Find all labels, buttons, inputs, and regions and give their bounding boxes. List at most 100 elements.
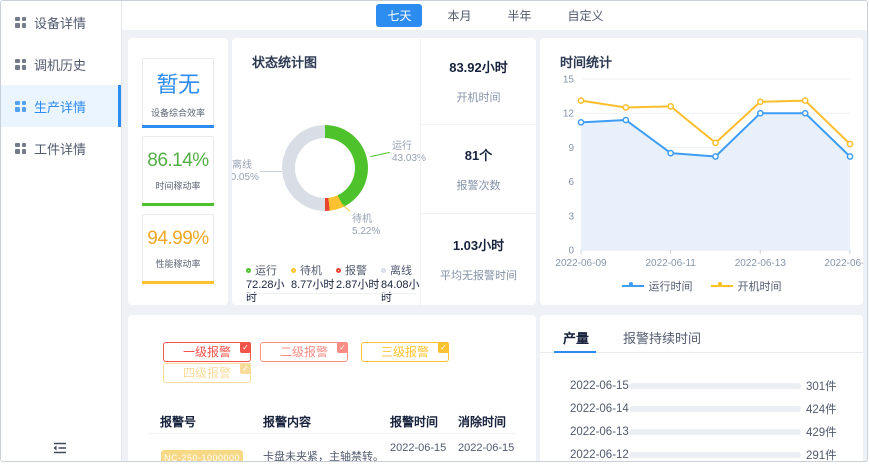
sidebar-item-label: 调机历史 (34, 55, 86, 74)
production-row: 2022-06-13 429件 (540, 424, 863, 440)
sidebar-item-label: 生产详情 (34, 97, 86, 116)
range-button-halfyear[interactable]: 半年 (497, 4, 543, 27)
kpi-accent-bar (142, 125, 214, 128)
donut-callout-line-offline (260, 171, 282, 172)
legend-marker (622, 285, 644, 287)
sidebar-menu: 设备详情 调机历史 生产详情 工件详情 (1, 1, 121, 169)
production-bar-track (629, 383, 801, 389)
grid-icon (15, 17, 26, 28)
production-bar-track (629, 452, 801, 458)
alarm-hours: 2.87小时 (336, 279, 381, 305)
production-bar-track (629, 429, 801, 435)
grid-icon (15, 101, 26, 112)
donut-label-standby: 待机 5.22% (352, 214, 380, 238)
kpi-card: 暂无 设备综合效率 86.14% 时间稼动率 94.99% 性能稼动率 (128, 38, 228, 305)
legend-item-running[interactable]: 运行 (246, 262, 291, 278)
alarm-clear-time-cell: 2022-06-15 (458, 442, 516, 455)
svg-text:2022-06-15: 2022-06-15 (824, 258, 863, 269)
alarm-time-cell: 2022-06-15 (390, 442, 448, 455)
check-badge-icon (240, 342, 251, 353)
range-button-7days[interactable]: 七天 (376, 4, 422, 27)
tab-alarm-duration[interactable]: 报警持续时间 (623, 328, 701, 347)
sidebar-item-production-detail[interactable]: 生产详情 (1, 85, 121, 127)
kpi-performance-utilization: 94.99% 性能稼动率 (142, 214, 214, 284)
tab-production[interactable]: 产量 (563, 328, 589, 347)
alarm-level4-filter-button[interactable]: 四级报警 (163, 363, 251, 383)
active-tab-underline (554, 351, 596, 353)
production-bar-track (629, 406, 801, 412)
production-row: 2022-06-15 301件 (540, 378, 863, 394)
legend-ring-standby (291, 268, 296, 273)
production-tabbar: 产量 报警持续时间 (540, 315, 863, 353)
donut-callout-line-running (370, 152, 390, 157)
legend-item-standby[interactable]: 待机 (291, 262, 336, 278)
legend-ring-alarm (336, 268, 341, 273)
production-row: 2022-06-14 424件 (540, 401, 863, 417)
svg-text:0: 0 (568, 246, 574, 257)
menu-fold-icon[interactable] (51, 440, 71, 458)
sidebar-item-device-detail[interactable]: 设备详情 (1, 1, 121, 43)
legend-item-running-time[interactable]: 运行时间 (622, 278, 693, 294)
divider (148, 433, 516, 434)
grid-icon (15, 143, 26, 154)
legend-ring-running (246, 268, 251, 273)
status-legend-values: 72.28小时 8.77小时 2.87小时 84.08小时 (246, 279, 426, 305)
kpi-accent-bar (142, 203, 214, 206)
svg-text:3: 3 (568, 211, 574, 222)
check-badge-icon (240, 363, 251, 374)
range-button-month[interactable]: 本月 (436, 4, 482, 27)
time-statistics-card: 时间统计 036912152022-06-092022-06-112022-06… (540, 38, 863, 305)
dashboard-screen: 七天 本月 半年 自定义 设备详情 调机历史 生产详情 工件详情 (0, 0, 868, 462)
svg-text:15: 15 (563, 75, 575, 86)
legend-item-alarm[interactable]: 报警 (336, 262, 381, 278)
production-panel-card: 产量 报警持续时间 2022-06-15 301件 2022-06-14 424… (540, 315, 863, 462)
svg-text:12: 12 (563, 109, 575, 120)
stat-alarm-count: 81个 报警次数 (421, 124, 536, 213)
standby-hours: 8.77小时 (291, 279, 336, 305)
alarm-panel-card: 一级报警 二级报警 三级报警 四级报警 报警号 报警内容 报警时间 消除时间 N… (128, 315, 536, 462)
alarm-level2-filter-button[interactable]: 二级报警 (260, 342, 348, 362)
kpi-accent-bar (142, 281, 214, 284)
sidebar-item-workpiece-detail[interactable]: 工件详情 (1, 127, 121, 169)
svg-text:9: 9 (568, 143, 574, 154)
kpi-performance-utilization-label: 性能稼动率 (155, 257, 200, 270)
kpi-oee-value: 暂无 (156, 67, 199, 99)
status-chart-title: 状态统计图 (252, 52, 317, 71)
stat-mean-time-no-alarm: 1.03小时 平均无报警时间 (421, 213, 536, 305)
divider (246, 293, 416, 294)
alarm-level3-filter-button[interactable]: 三级报警 (361, 342, 449, 362)
svg-text:2022-06-11: 2022-06-11 (645, 258, 696, 269)
check-badge-icon (337, 342, 348, 353)
range-button-custom[interactable]: 自定义 (557, 4, 615, 27)
sidebar-item-tuning-history[interactable]: 调机历史 (1, 43, 121, 85)
running-hours: 72.28小时 (246, 279, 291, 305)
kpi-time-utilization: 86.14% 时间稼动率 (142, 136, 214, 206)
svg-text:2022-06-13: 2022-06-13 (735, 258, 787, 269)
date-range-toolbar: 七天 本月 半年 自定义 (122, 1, 868, 31)
grid-icon (15, 59, 26, 70)
alarm-number-badge: NC-250-1000000 (161, 450, 243, 462)
production-row: 2022-06-12 291件 (540, 447, 863, 462)
legend-ring-offline (381, 268, 386, 273)
check-badge-icon (438, 342, 449, 353)
sidebar-item-label: 设备详情 (34, 13, 86, 32)
stat-power-on-time: 83.92小时 开机时间 (421, 38, 536, 124)
sidebar: 设备详情 调机历史 生产详情 工件详情 (1, 1, 122, 462)
time-line-chart: 0 3 6 9 12 15 2022-06-09 2022-06-11 2022-06-13 20… (540, 38, 863, 305)
svg-text:2022-06-09: 2022-06-09 (555, 258, 607, 269)
sidebar-item-label: 工件详情 (34, 139, 86, 158)
legend-marker (711, 285, 733, 287)
kpi-oee: 暂无 设备综合效率 (142, 58, 214, 128)
status-statistics-card: 状态统计图 运行 43.03% 待机 5.22% 离线 50.05% 运行 待机 (232, 38, 536, 305)
alarm-content-cell: 卡盘未夹紧，主轴禁转。 (263, 448, 384, 462)
kpi-performance-utilization-value: 94.99% (147, 228, 208, 250)
alarm-level1-filter-button[interactable]: 一级报警 (163, 342, 251, 362)
kpi-time-utilization-value: 86.14% (147, 150, 208, 172)
donut-label-offline: 离线 50.05% (232, 160, 268, 184)
svg-text:6: 6 (568, 177, 574, 188)
legend-item-poweron-time[interactable]: 开机时间 (711, 278, 782, 294)
status-donut-chart (282, 125, 368, 211)
kpi-oee-label: 设备综合效率 (151, 106, 205, 119)
kpi-time-utilization-label: 时间稼动率 (155, 179, 200, 192)
time-chart-legend: 运行时间 开机时间 (540, 278, 863, 294)
